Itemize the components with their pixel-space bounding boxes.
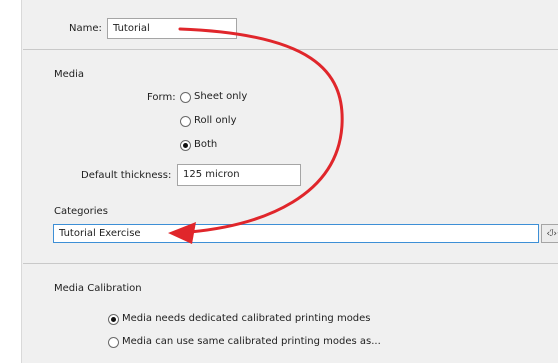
form-option-both[interactable]: Both [180, 138, 217, 152]
radio-dedicated-modes[interactable] [108, 313, 119, 325]
radio-label: Media needs dedicated calibrated printin… [122, 313, 371, 324]
radio-label: Media can use same calibrated printing m… [122, 336, 381, 347]
form-label: Form: [147, 92, 176, 103]
section-divider [23, 49, 558, 50]
media-settings-panel: Name: Tutorial Media Form: Sheet only Ro… [21, 0, 558, 363]
categories-field[interactable]: Tutorial Exercise [53, 224, 539, 243]
calibration-option-dedicated[interactable]: Media needs dedicated calibrated printin… [108, 312, 371, 326]
name-field[interactable]: Tutorial [107, 18, 237, 39]
form-option-roll-only[interactable]: Roll only [180, 114, 237, 128]
radio-sheet-only[interactable] [180, 91, 191, 103]
radio-roll-only[interactable] [180, 115, 191, 127]
radio-label: Roll only [194, 115, 237, 126]
radio-same-modes[interactable] [108, 336, 119, 348]
insert-variable-icon: ‹ℐ› [546, 228, 557, 239]
thickness-field[interactable]: 125 micron [177, 164, 301, 186]
radio-label: Both [194, 139, 218, 150]
radio-label: Sheet only [194, 91, 248, 102]
calibration-heading: Media Calibration [54, 283, 142, 294]
section-divider [23, 263, 558, 264]
thickness-label: Default thickness: [81, 170, 172, 181]
form-option-sheet-only[interactable]: Sheet only [180, 90, 247, 104]
media-heading: Media [54, 69, 85, 80]
insert-variable-button[interactable]: ‹ℐ›▾ [541, 224, 558, 243]
calibration-option-same[interactable]: Media can use same calibrated printing m… [108, 335, 381, 349]
radio-both[interactable] [180, 139, 191, 151]
categories-label: Categories [54, 206, 108, 217]
name-label: Name: [69, 23, 102, 34]
